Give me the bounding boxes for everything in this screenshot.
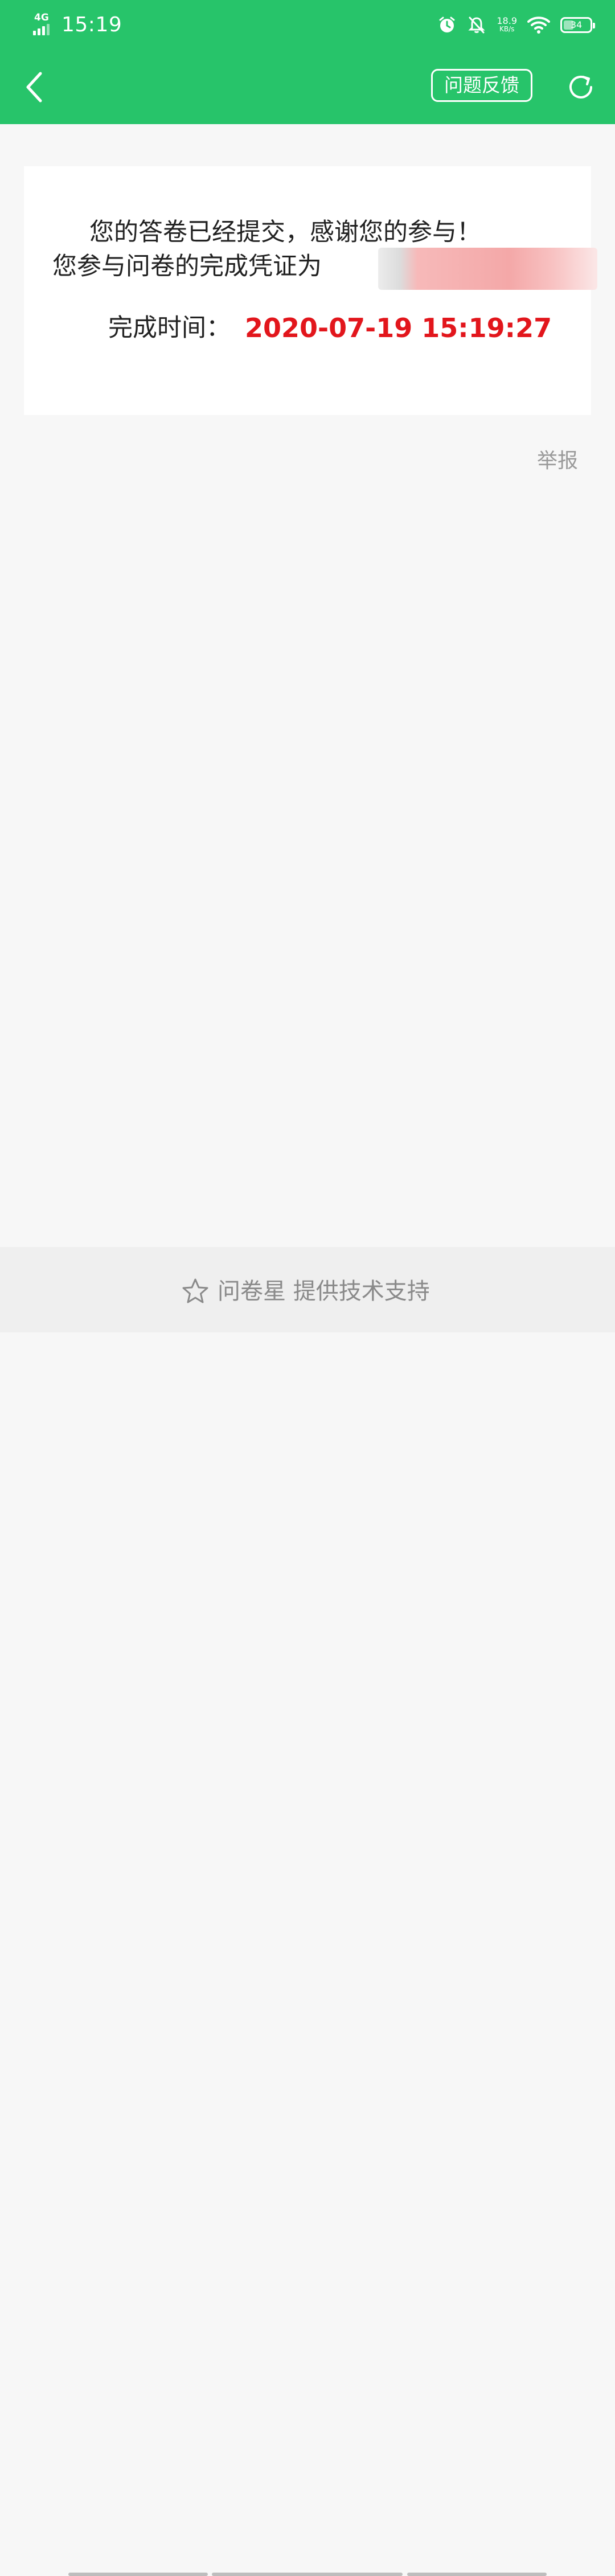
network-speed: 18.9 KB/s <box>497 15 517 34</box>
bell-muted-icon <box>467 15 486 35</box>
report-link[interactable]: 举报 <box>537 448 578 475</box>
back-button[interactable] <box>17 67 51 107</box>
alarm-icon <box>437 15 457 35</box>
footer-credit: 问卷星 提供技术支持 <box>181 1275 430 1307</box>
footer-text: 问卷星 提供技术支持 <box>218 1278 430 1305</box>
completion-time-value: 2020-07-19 15:19:27 <box>245 313 552 343</box>
battery-icon: 34 <box>560 17 595 33</box>
completion-time-label: 完成时间： <box>108 314 231 342</box>
footer: 问卷星 提供技术支持 <box>0 1247 615 2576</box>
submitted-message: 您的答卷已经提交，感谢您的参与！ <box>89 218 481 247</box>
signal-icon <box>33 24 50 35</box>
signal-indicator: 4G <box>33 12 56 36</box>
result-card: 您的答卷已经提交，感谢您的参与！ 您参与问卷的完成凭证为 完成时间： 2020-… <box>24 166 597 415</box>
status-bar: 4G 15:19 18.9 KB/s 34 <box>0 0 615 50</box>
status-time: 15:19 <box>62 13 122 36</box>
nav-bar-segment <box>68 2573 208 2576</box>
star-outline-icon <box>182 1278 208 1303</box>
network-type: 4G <box>34 12 49 23</box>
nav-bar-segment <box>407 2573 547 2576</box>
speed-unit: KB/s <box>499 25 515 33</box>
battery-percent: 34 <box>570 19 583 30</box>
speed-value: 18.9 <box>497 15 517 26</box>
certificate-code-redacted <box>378 248 597 290</box>
app-bar: 问题反馈 <box>0 50 615 124</box>
back-arrow-icon <box>26 72 42 102</box>
status-right: 18.9 KB/s 34 <box>437 11 595 39</box>
refresh-icon <box>569 75 592 99</box>
app-header: 4G 15:19 18.9 KB/s 34 问题反馈 <box>0 0 615 124</box>
certificate-label: 您参与问卷的完成凭证为 <box>52 252 322 281</box>
refresh-button[interactable] <box>564 70 598 104</box>
nav-bar-segment <box>212 2573 403 2576</box>
feedback-button[interactable]: 问题反馈 <box>431 69 532 102</box>
wifi-icon <box>527 16 550 34</box>
status-left: 4G 15:19 <box>33 11 122 39</box>
